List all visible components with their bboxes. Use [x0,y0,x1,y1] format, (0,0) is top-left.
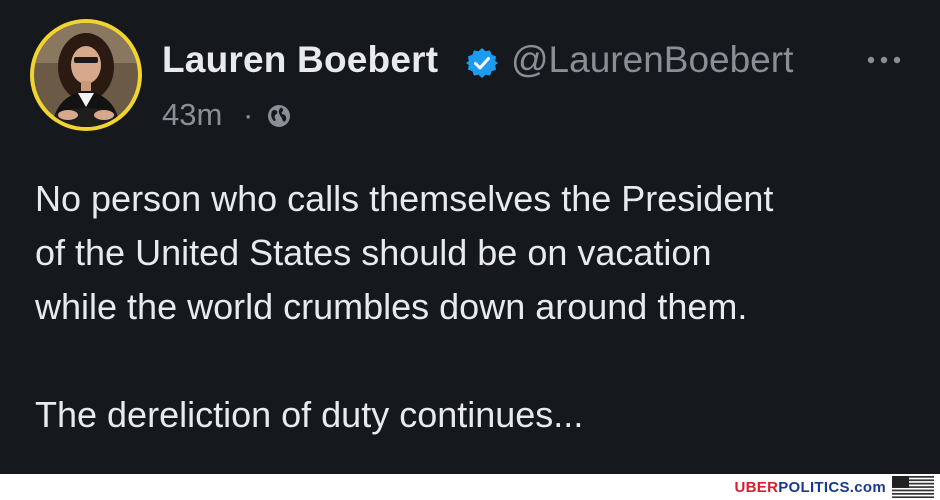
tweet-card[interactable]: Lauren Boebert @LaurenBoebert 43m · No p… [0,0,940,474]
globe-icon [268,105,290,127]
tweet-timestamp[interactable]: 43m [162,97,222,133]
avatar[interactable] [30,19,142,131]
watermark-bar: UBERPOLITICS.com [0,474,940,500]
author-display-name[interactable]: Lauren Boebert [162,39,438,81]
more-options-icon[interactable] [864,50,904,70]
tweet-body: No person who calls themselves the Presi… [35,172,925,442]
profile-photo [34,23,138,127]
watermark-part-politics: POLITICS [778,479,850,496]
tweet-paragraph: The dereliction of duty continues... [35,394,584,435]
watermark-logo: UBERPOLITICS.com [735,479,887,496]
watermark-part-uber: UBER [734,479,779,496]
meta-separator: · [243,97,254,132]
tweet-paragraph: No person who calls themselves the Presi… [35,178,774,327]
watermark-part-com: .com [849,479,886,496]
us-flag-icon [892,476,934,498]
author-handle[interactable]: @LaurenBoebert [511,39,793,81]
page: Lauren Boebert @LaurenBoebert 43m · No p… [0,0,940,500]
verified-badge-icon [466,48,498,78]
